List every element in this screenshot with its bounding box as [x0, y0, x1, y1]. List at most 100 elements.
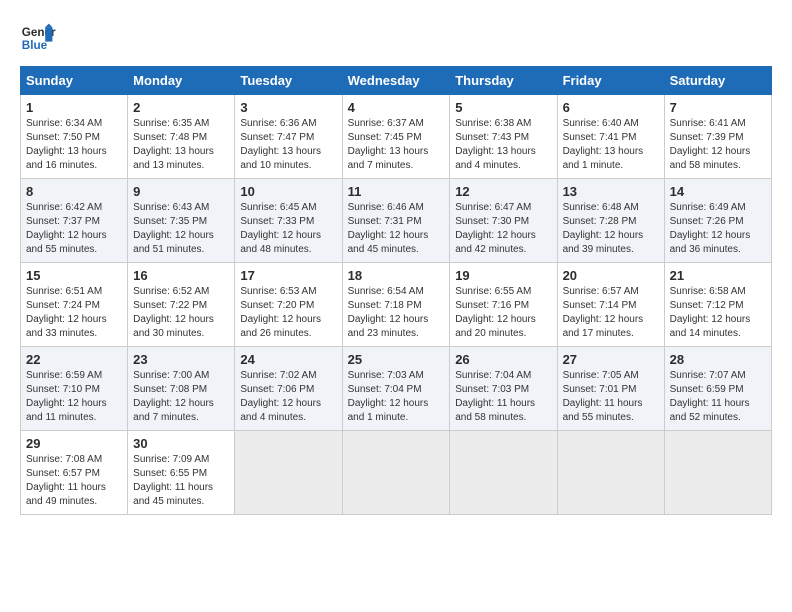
- day-number: 21: [670, 268, 766, 283]
- day-number: 10: [240, 184, 336, 199]
- day-info: Sunrise: 6:47 AM Sunset: 7:30 PM Dayligh…: [455, 201, 551, 257]
- day-cell: 28 Sunrise: 7:07 AM Sunset: 6:59 PM Dayli…: [664, 347, 771, 431]
- day-cell: 6Sunrise: 6:40 AM Sunset: 7:41 PM Daylig…: [557, 95, 664, 179]
- day-number: 13: [563, 184, 659, 199]
- col-header-tuesday: Tuesday: [235, 67, 342, 95]
- day-cell: 15Sunrise: 6:51 AM Sunset: 7:24 PM Dayli…: [21, 263, 128, 347]
- day-cell: 2 Sunrise: 6:35 AM Sunset: 7:48 PM Daylig…: [128, 95, 235, 179]
- day-info: Sunrise: 7:00 AM Sunset: 7:08 PM Dayligh…: [133, 369, 229, 425]
- day-cell: 25Sunrise: 7:03 AM Sunset: 7:04 PM Dayli…: [342, 347, 450, 431]
- day-info: Sunrise: 6:38 AM Sunset: 7:43 PM Dayligh…: [455, 117, 551, 173]
- day-cell: 27 Sunrise: 7:05 AM Sunset: 7:01 PM Dayli…: [557, 347, 664, 431]
- day-cell: [235, 431, 342, 515]
- day-info: Sunrise: 6:59 AM Sunset: 7:10 PM Dayligh…: [26, 369, 122, 425]
- logo: General Blue: [20, 20, 60, 56]
- day-cell: [557, 431, 664, 515]
- day-info: Sunrise: 6:45 AM Sunset: 7:33 PM Dayligh…: [240, 201, 336, 257]
- day-number: 1: [26, 100, 122, 115]
- day-number: 29: [26, 436, 122, 451]
- svg-text:Blue: Blue: [22, 39, 48, 52]
- col-header-sunday: Sunday: [21, 67, 128, 95]
- day-cell: 8 Sunrise: 6:42 AM Sunset: 7:37 PM Daylig…: [21, 179, 128, 263]
- day-info: Sunrise: 6:52 AM Sunset: 7:22 PM Dayligh…: [133, 285, 229, 341]
- day-number: 24: [240, 352, 336, 367]
- day-cell: [664, 431, 771, 515]
- day-cell: [450, 431, 557, 515]
- day-number: 26: [455, 352, 551, 367]
- week-row-3: 15Sunrise: 6:51 AM Sunset: 7:24 PM Dayli…: [21, 263, 772, 347]
- day-number: 4: [348, 100, 445, 115]
- week-row-2: 8 Sunrise: 6:42 AM Sunset: 7:37 PM Daylig…: [21, 179, 772, 263]
- day-cell: 3 Sunrise: 6:36 AM Sunset: 7:47 PM Daylig…: [235, 95, 342, 179]
- day-info: Sunrise: 6:46 AM Sunset: 7:31 PM Dayligh…: [348, 201, 445, 257]
- day-number: 8: [26, 184, 122, 199]
- day-number: 22: [26, 352, 122, 367]
- col-header-saturday: Saturday: [664, 67, 771, 95]
- day-info: Sunrise: 6:54 AM Sunset: 7:18 PM Dayligh…: [348, 285, 445, 341]
- day-number: 6: [563, 100, 659, 115]
- header-row: SundayMondayTuesdayWednesdayThursdayFrid…: [21, 67, 772, 95]
- week-row-5: 29 Sunrise: 7:08 AM Sunset: 6:57 PM Dayli…: [21, 431, 772, 515]
- day-info: Sunrise: 6:34 AM Sunset: 7:50 PM Dayligh…: [26, 117, 122, 173]
- logo-icon: General Blue: [20, 20, 56, 56]
- day-info: Sunrise: 6:57 AM Sunset: 7:14 PM Dayligh…: [563, 285, 659, 341]
- day-cell: 20 Sunrise: 6:57 AM Sunset: 7:14 PM Dayli…: [557, 263, 664, 347]
- day-info: Sunrise: 7:03 AM Sunset: 7:04 PM Dayligh…: [348, 369, 445, 425]
- col-header-monday: Monday: [128, 67, 235, 95]
- day-info: Sunrise: 6:53 AM Sunset: 7:20 PM Dayligh…: [240, 285, 336, 341]
- week-row-1: 1 Sunrise: 6:34 AM Sunset: 7:50 PM Daylig…: [21, 95, 772, 179]
- day-number: 15: [26, 268, 122, 283]
- day-number: 19: [455, 268, 551, 283]
- day-info: Sunrise: 6:48 AM Sunset: 7:28 PM Dayligh…: [563, 201, 659, 257]
- day-info: Sunrise: 6:42 AM Sunset: 7:37 PM Dayligh…: [26, 201, 122, 257]
- day-cell: 10 Sunrise: 6:45 AM Sunset: 7:33 PM Dayli…: [235, 179, 342, 263]
- day-number: 23: [133, 352, 229, 367]
- day-cell: 1 Sunrise: 6:34 AM Sunset: 7:50 PM Daylig…: [21, 95, 128, 179]
- day-number: 2: [133, 100, 229, 115]
- day-cell: 13 Sunrise: 6:48 AM Sunset: 7:28 PM Dayli…: [557, 179, 664, 263]
- day-info: Sunrise: 7:04 AM Sunset: 7:03 PM Dayligh…: [455, 369, 551, 425]
- day-info: Sunrise: 6:35 AM Sunset: 7:48 PM Dayligh…: [133, 117, 229, 173]
- calendar-table: SundayMondayTuesdayWednesdayThursdayFrid…: [20, 66, 772, 515]
- day-cell: 26 Sunrise: 7:04 AM Sunset: 7:03 PM Dayli…: [450, 347, 557, 431]
- day-number: 27: [563, 352, 659, 367]
- day-cell: 9Sunrise: 6:43 AM Sunset: 7:35 PM Daylig…: [128, 179, 235, 263]
- day-cell: 17 Sunrise: 6:53 AM Sunset: 7:20 PM Dayli…: [235, 263, 342, 347]
- day-info: Sunrise: 6:55 AM Sunset: 7:16 PM Dayligh…: [455, 285, 551, 341]
- day-info: Sunrise: 7:07 AM Sunset: 6:59 PM Dayligh…: [670, 369, 766, 425]
- day-cell: 22 Sunrise: 6:59 AM Sunset: 7:10 PM Dayli…: [21, 347, 128, 431]
- day-info: Sunrise: 6:49 AM Sunset: 7:26 PM Dayligh…: [670, 201, 766, 257]
- col-header-friday: Friday: [557, 67, 664, 95]
- day-cell: 16 Sunrise: 6:52 AM Sunset: 7:22 PM Dayli…: [128, 263, 235, 347]
- day-number: 20: [563, 268, 659, 283]
- week-row-4: 22 Sunrise: 6:59 AM Sunset: 7:10 PM Dayli…: [21, 347, 772, 431]
- day-cell: 12 Sunrise: 6:47 AM Sunset: 7:30 PM Dayli…: [450, 179, 557, 263]
- day-info: Sunrise: 6:58 AM Sunset: 7:12 PM Dayligh…: [670, 285, 766, 341]
- day-info: Sunrise: 6:43 AM Sunset: 7:35 PM Dayligh…: [133, 201, 229, 257]
- day-cell: 23 Sunrise: 7:00 AM Sunset: 7:08 PM Dayli…: [128, 347, 235, 431]
- day-info: Sunrise: 6:36 AM Sunset: 7:47 PM Dayligh…: [240, 117, 336, 173]
- day-number: 17: [240, 268, 336, 283]
- header: General Blue: [20, 20, 772, 56]
- day-number: 5: [455, 100, 551, 115]
- day-cell: 11 Sunrise: 6:46 AM Sunset: 7:31 PM Dayli…: [342, 179, 450, 263]
- day-cell: 14Sunrise: 6:49 AM Sunset: 7:26 PM Dayli…: [664, 179, 771, 263]
- day-cell: 18Sunrise: 6:54 AM Sunset: 7:18 PM Dayli…: [342, 263, 450, 347]
- day-info: Sunrise: 6:37 AM Sunset: 7:45 PM Dayligh…: [348, 117, 445, 173]
- day-cell: 29 Sunrise: 7:08 AM Sunset: 6:57 PM Dayli…: [21, 431, 128, 515]
- day-cell: 24Sunrise: 7:02 AM Sunset: 7:06 PM Dayli…: [235, 347, 342, 431]
- col-header-wednesday: Wednesday: [342, 67, 450, 95]
- day-cell: 19 Sunrise: 6:55 AM Sunset: 7:16 PM Dayli…: [450, 263, 557, 347]
- day-number: 16: [133, 268, 229, 283]
- day-number: 28: [670, 352, 766, 367]
- day-number: 3: [240, 100, 336, 115]
- day-cell: 21 Sunrise: 6:58 AM Sunset: 7:12 PM Dayli…: [664, 263, 771, 347]
- day-number: 30: [133, 436, 229, 451]
- day-info: Sunrise: 7:05 AM Sunset: 7:01 PM Dayligh…: [563, 369, 659, 425]
- day-cell: [342, 431, 450, 515]
- day-cell: 30Sunrise: 7:09 AM Sunset: 6:55 PM Dayli…: [128, 431, 235, 515]
- day-number: 12: [455, 184, 551, 199]
- day-info: Sunrise: 6:41 AM Sunset: 7:39 PM Dayligh…: [670, 117, 766, 173]
- day-number: 11: [348, 184, 445, 199]
- day-info: Sunrise: 7:08 AM Sunset: 6:57 PM Dayligh…: [26, 453, 122, 509]
